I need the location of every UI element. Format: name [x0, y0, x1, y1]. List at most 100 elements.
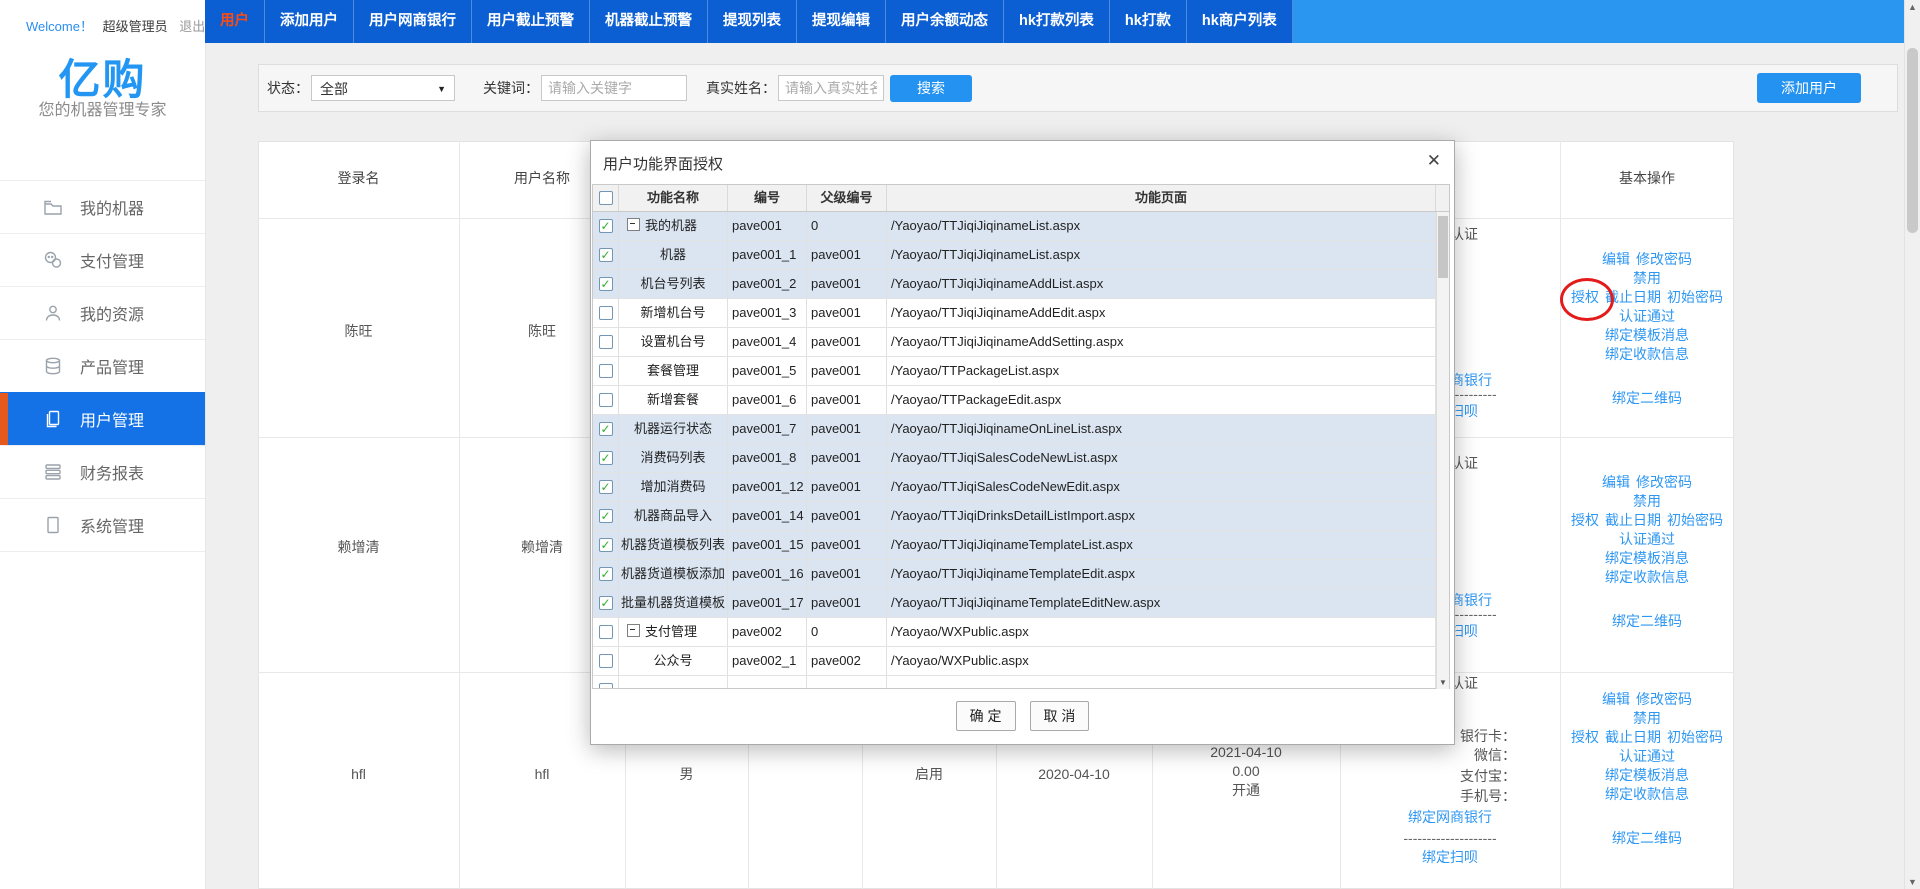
row-checkbox[interactable] [599, 625, 613, 639]
permission-name: 新增机台号 [619, 299, 728, 327]
action-link[interactable]: 绑定模板消息 [1605, 326, 1689, 345]
permission-page-path: /Yaoyao/TTJiqiDrinksDetailListImport.asp… [887, 502, 1436, 530]
nav-tab-10[interactable]: hk打款 [1110, 0, 1187, 43]
nav-tab-8[interactable]: 用户余额动态 [886, 0, 1004, 43]
action-link[interactable]: 绑定二维码 [1612, 389, 1682, 408]
action-link[interactable]: 绑定收款信息 [1605, 785, 1689, 804]
row-checkbox[interactable]: ✓ [599, 538, 613, 552]
row-checkbox[interactable]: ✓ [599, 277, 613, 291]
collapse-icon[interactable] [627, 624, 640, 637]
row-checkbox[interactable]: ✓ [599, 451, 613, 465]
status-select[interactable]: 全部 ▼ [311, 75, 455, 101]
nav-tab-6[interactable]: 提现列表 [708, 0, 797, 43]
cancel-button[interactable]: 取 消 [1030, 701, 1090, 731]
action-link[interactable]: 禁用 [1633, 269, 1661, 288]
action-link[interactable]: 授权 [1571, 728, 1599, 747]
row-checkbox[interactable] [599, 364, 613, 378]
row-checkbox[interactable] [599, 654, 613, 668]
action-link[interactable]: 认证通过 [1619, 307, 1675, 326]
action-link[interactable]: 禁用 [1633, 709, 1661, 728]
action-link[interactable]: 截止日期 [1605, 728, 1661, 747]
action-link[interactable]: 修改密码 [1636, 250, 1692, 269]
row-checkbox[interactable]: ✓ [599, 596, 613, 610]
action-link[interactable]: 绑定收款信息 [1605, 568, 1689, 587]
action-link[interactable]: 截止日期 [1605, 288, 1661, 307]
collapse-icon[interactable] [627, 218, 640, 231]
action-link[interactable]: 截止日期 [1605, 511, 1661, 530]
sidebar-item-2[interactable]: 支付管理 [0, 233, 205, 286]
keyword-input[interactable] [541, 75, 687, 101]
bind-bank-link[interactable]: 绑定网商银行 [1340, 808, 1560, 826]
modal-scrollbar[interactable]: ▼ [1436, 212, 1449, 689]
row-checkbox[interactable] [599, 335, 613, 349]
action-link[interactable]: 编辑 [1602, 473, 1630, 492]
search-button[interactable]: 搜索 [890, 75, 972, 102]
row-checkbox[interactable]: ✓ [599, 509, 613, 523]
sidebar-item-5[interactable]: 用户管理 [0, 392, 205, 445]
action-link[interactable]: 绑定收款信息 [1605, 345, 1689, 364]
row-checkbox[interactable]: ✓ [599, 219, 613, 233]
nav-tab-9[interactable]: hk打款列表 [1004, 0, 1110, 43]
nav-tab-4[interactable]: 用户截止预警 [472, 0, 590, 43]
permission-row: 新增机台号pave001_3pave001/Yaoyao/TTJiqiJiqin… [593, 299, 1449, 328]
action-link[interactable]: 修改密码 [1636, 473, 1692, 492]
row-checkbox[interactable]: ✓ [599, 248, 613, 262]
cell-status: 启用 [862, 765, 996, 783]
scroll-down-icon[interactable]: ▼ [1437, 678, 1449, 687]
checkbox-cell [593, 676, 619, 688]
sidebar-item-3[interactable]: 我的资源 [0, 286, 205, 339]
action-link[interactable]: 绑定模板消息 [1605, 549, 1689, 568]
nav-tab-7[interactable]: 提现编辑 [797, 0, 886, 43]
action-link[interactable]: 认证通过 [1619, 747, 1675, 766]
action-link[interactable]: 绑定二维码 [1612, 829, 1682, 848]
action-link[interactable]: 编辑 [1602, 250, 1630, 269]
action-link[interactable]: 初始密码 [1667, 288, 1723, 307]
nav-tab-2[interactable]: 添加用户 [265, 0, 354, 43]
sidebar-item-7[interactable]: 系统管理 [0, 498, 205, 552]
action-link[interactable]: 绑定模板消息 [1605, 766, 1689, 785]
close-icon[interactable]: ✕ [1427, 151, 1441, 171]
select-all-checkbox[interactable] [599, 191, 613, 205]
row-checkbox[interactable]: ✓ [599, 480, 613, 494]
nav-tab-5[interactable]: 机器截止预警 [590, 0, 708, 43]
page-scrollbar-thumb[interactable] [1907, 48, 1918, 233]
permission-code: pave001_5 [728, 357, 807, 385]
permission-page-path: /Yaoyao/WXPublic.aspx [887, 647, 1436, 675]
scrollbar-thumb[interactable] [1438, 216, 1448, 278]
sidebar-item-4[interactable]: 产品管理 [0, 339, 205, 392]
page-scrollbar[interactable]: ▲ ▼ [1904, 0, 1920, 889]
row-checkbox[interactable]: ✓ [599, 422, 613, 436]
cell-login: 陈旺 [258, 322, 459, 340]
action-link[interactable]: 修改密码 [1636, 690, 1692, 709]
permission-row [593, 676, 1449, 688]
sidebar-item-6[interactable]: 财务报表 [0, 445, 205, 498]
row-checkbox[interactable] [599, 393, 613, 407]
permission-parent-code: pave001 [807, 299, 887, 327]
action-link[interactable]: 绑定二维码 [1612, 612, 1682, 631]
add-user-button[interactable]: 添加用户 [1757, 73, 1861, 103]
sidebar-item-label: 产品管理 [80, 354, 144, 378]
row-checkbox[interactable] [599, 683, 613, 688]
permission-parent-code: pave001 [807, 270, 887, 298]
realname-input[interactable] [778, 75, 884, 101]
sidebar-item-1[interactable]: 我的机器 [0, 180, 205, 233]
action-link[interactable]: 认证通过 [1619, 530, 1675, 549]
permission-name: 机器货道模板添加 [619, 560, 728, 588]
action-link[interactable]: 初始密码 [1667, 511, 1723, 530]
action-link[interactable]: 编辑 [1602, 690, 1630, 709]
action-link[interactable]: 授权 [1571, 511, 1599, 530]
ok-button[interactable]: 确 定 [956, 701, 1016, 731]
scroll-down-icon[interactable]: ▼ [1905, 877, 1920, 887]
action-link[interactable]: 授权 [1571, 288, 1599, 307]
nav-tab-11[interactable]: hk商户列表 [1187, 0, 1293, 43]
row-checkbox[interactable] [599, 306, 613, 320]
row-checkbox[interactable]: ✓ [599, 567, 613, 581]
action-link[interactable]: 禁用 [1633, 492, 1661, 511]
scroll-up-icon[interactable]: ▲ [1905, 2, 1920, 12]
action-link[interactable]: 初始密码 [1667, 728, 1723, 747]
welcome-text: Welcome！ [26, 19, 93, 34]
bind-saobei-link[interactable]: 绑定扫呗 [1340, 848, 1560, 866]
nav-tab-1[interactable]: 用户 [205, 0, 265, 43]
nav-tab-3[interactable]: 用户网商银行 [354, 0, 472, 43]
logout-link[interactable]: 退出 [179, 19, 205, 34]
